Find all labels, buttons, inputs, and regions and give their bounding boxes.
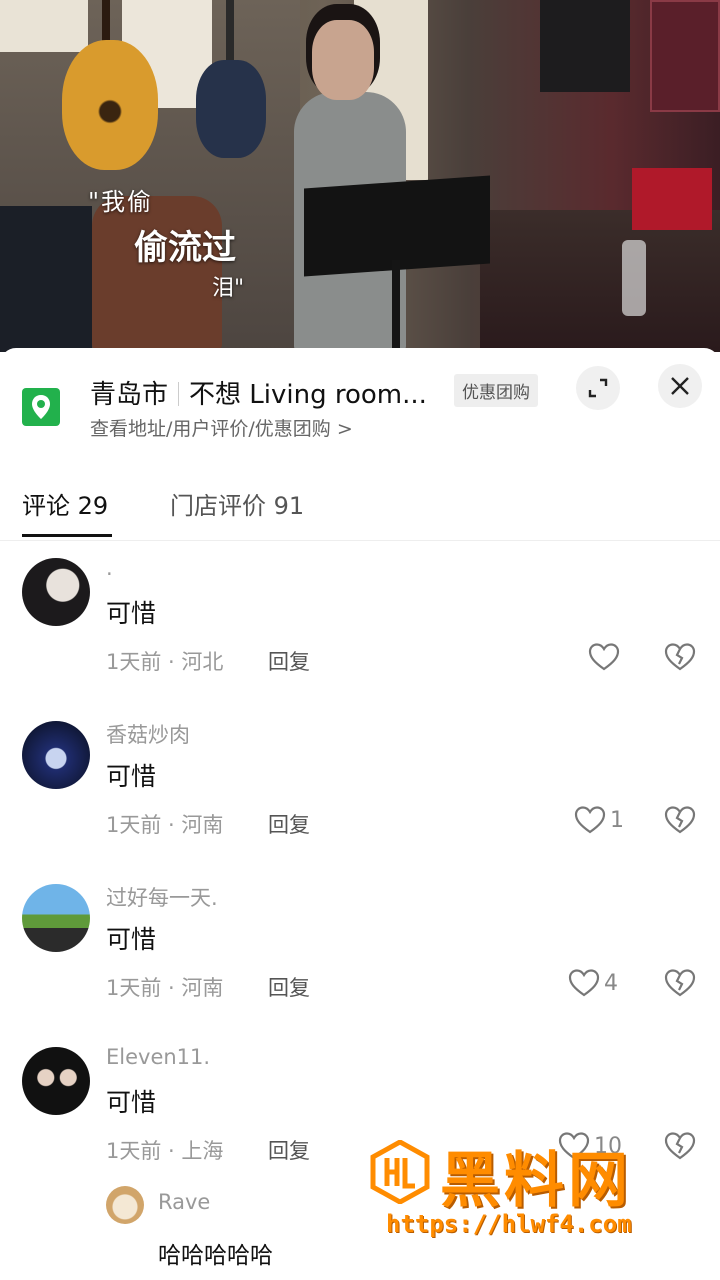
- close-button[interactable]: [658, 364, 702, 408]
- comment-text: 可惜: [106, 1088, 157, 1117]
- bass-image: [196, 60, 266, 158]
- comment-meta: 1天前 · 河南: [106, 813, 224, 837]
- comment-meta: 1天前 · 河北: [106, 650, 224, 674]
- location-card[interactable]: 青岛市 不想 Living room... 优惠团购 查看地址/用户评价/优惠团购…: [0, 348, 720, 468]
- watermark-url: https://hlwf4.com: [386, 1210, 632, 1238]
- avatar[interactable]: [106, 1186, 144, 1224]
- guitar-image: [62, 40, 158, 170]
- heart-icon: [588, 643, 620, 671]
- dislike-button[interactable]: [664, 805, 696, 839]
- divider: [178, 382, 180, 406]
- like-count: 4: [604, 970, 618, 996]
- comment-username[interactable]: .: [106, 556, 113, 580]
- close-icon: [671, 377, 689, 395]
- red-bag: [632, 168, 712, 230]
- like-button[interactable]: [588, 640, 624, 674]
- avatar[interactable]: [22, 884, 90, 952]
- location-city: 青岛市: [90, 380, 169, 410]
- broken-heart-icon: [664, 643, 696, 671]
- location-title[interactable]: 青岛市 不想 Living room...: [90, 374, 427, 411]
- video-player[interactable]: "我偷 偷流过 泪": [0, 0, 720, 352]
- tab-bar: 评论 29 门店评价 91: [0, 468, 720, 541]
- reply-button[interactable]: 回复: [268, 646, 310, 676]
- wall-poster: [0, 0, 88, 52]
- heart-icon: [574, 806, 606, 834]
- wall-poster: [650, 0, 720, 112]
- like-button[interactable]: 1: [574, 803, 624, 837]
- location-place: 不想 Living room...: [189, 380, 427, 410]
- broken-heart-icon: [664, 806, 696, 834]
- comment-meta: 1天前 · 上海: [106, 1139, 224, 1163]
- lyric-line: "我偷: [88, 188, 154, 216]
- mixing-console: [0, 206, 92, 352]
- comment-sheet: 青岛市 不想 Living room... 优惠团购 查看地址/用户评价/优惠团购…: [0, 348, 720, 1280]
- broken-heart-icon: [664, 969, 696, 997]
- reply-button[interactable]: 回复: [268, 1135, 310, 1165]
- drum-kit: [480, 210, 720, 352]
- speaker-image: [540, 0, 630, 92]
- reply-button[interactable]: 回复: [268, 809, 310, 839]
- dislike-button[interactable]: [664, 968, 696, 1002]
- avatar[interactable]: [22, 558, 90, 626]
- tab-indicator: [22, 534, 112, 537]
- comment-username[interactable]: 过好每一天.: [106, 882, 218, 912]
- reply-button[interactable]: 回复: [268, 972, 310, 1002]
- watermark-title: 黑料网: [440, 1146, 632, 1216]
- map-pin-icon: [22, 388, 60, 426]
- lyric-line: 偷流过: [134, 228, 236, 268]
- list-item: . 可惜 1天前 · 河北 回复: [0, 544, 720, 704]
- comment-text: 可惜: [106, 762, 157, 791]
- comment-text: 可惜: [106, 925, 157, 954]
- expand-button[interactable]: [576, 366, 620, 410]
- like-count: 1: [610, 807, 624, 833]
- singer-head: [312, 20, 374, 100]
- bottle: [622, 240, 646, 316]
- comment-username[interactable]: Eleven11.: [106, 1045, 210, 1069]
- heart-icon: [568, 969, 600, 997]
- list-item: 过好每一天. 可惜 1天前 · 河南 回复 4: [0, 870, 720, 1030]
- comment-text: 可惜: [106, 599, 157, 628]
- tab-store-reviews[interactable]: 门店评价 91: [170, 486, 304, 521]
- tab-comments[interactable]: 评论 29: [22, 486, 108, 521]
- comment-username[interactable]: 香菇炒肉: [106, 719, 190, 749]
- avatar[interactable]: [22, 1047, 90, 1115]
- expand-icon: [588, 378, 608, 398]
- group-buy-badge[interactable]: 优惠团购: [454, 374, 538, 407]
- lyric-line: 泪": [212, 276, 245, 301]
- location-subtitle[interactable]: 查看地址/用户评价/优惠团购 >: [90, 414, 353, 441]
- watermark-logo-icon: [370, 1140, 430, 1204]
- dislike-button[interactable]: [664, 642, 696, 676]
- music-stand-pole: [392, 260, 400, 352]
- watermark: 黑料网 https://hlwf4.com: [370, 1140, 710, 1248]
- comment-meta: 1天前 · 河南: [106, 976, 224, 1000]
- reply-text: 哈哈哈哈哈: [158, 1243, 273, 1269]
- avatar[interactable]: [22, 721, 90, 789]
- like-button[interactable]: 4: [568, 966, 618, 1000]
- reply-username[interactable]: Rave: [158, 1190, 210, 1214]
- list-item: 香菇炒肉 可惜 1天前 · 河南 回复 1: [0, 707, 720, 867]
